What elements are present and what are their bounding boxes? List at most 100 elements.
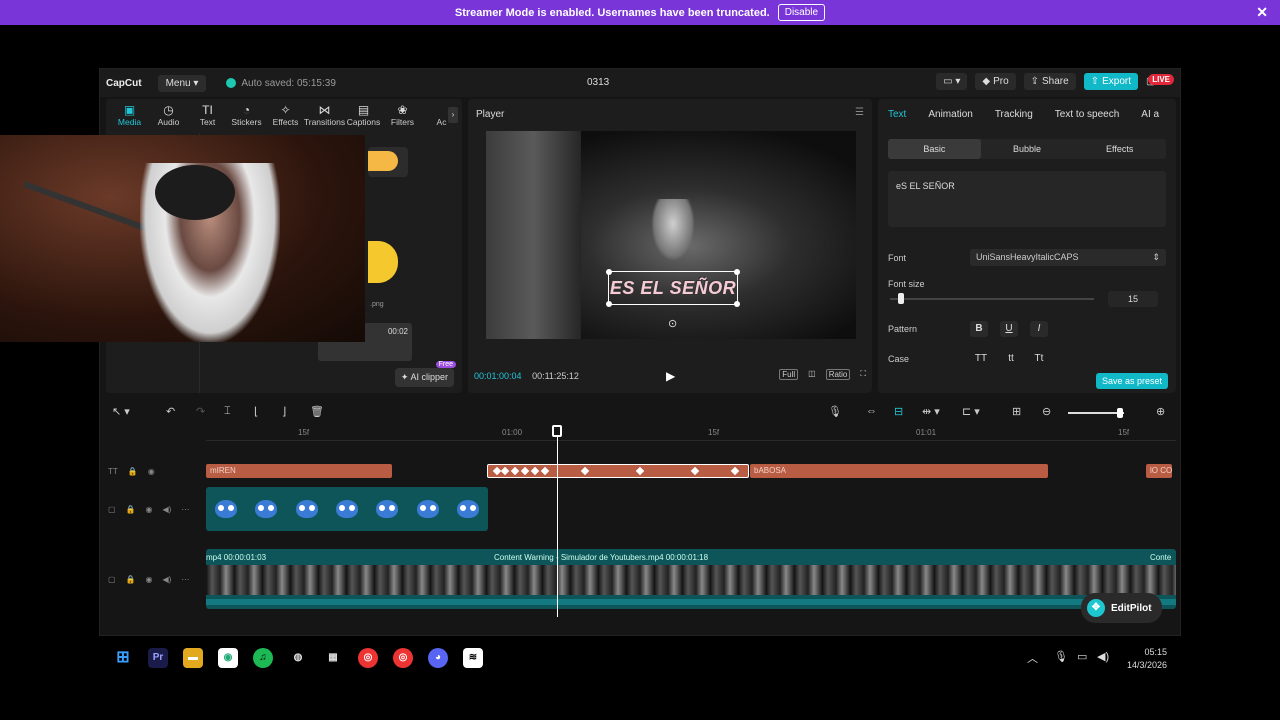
playhead-line[interactable] bbox=[557, 427, 558, 617]
file-explorer-icon[interactable]: ▬ bbox=[183, 648, 203, 668]
text-clip[interactable]: lO CO bbox=[1146, 464, 1172, 478]
tab-animation[interactable]: Animation bbox=[928, 109, 972, 129]
app-icon[interactable]: ▦ bbox=[323, 648, 343, 668]
monitor-icon[interactable]: ▭ bbox=[1077, 650, 1087, 663]
microphone-icon[interactable]: 🎙 bbox=[1054, 650, 1068, 663]
eye-icon[interactable]: ◉ bbox=[148, 467, 155, 476]
tab-ai[interactable]: AI a bbox=[1141, 109, 1159, 129]
uppercase-button[interactable]: TT bbox=[972, 351, 990, 367]
zoom-slider-knob[interactable] bbox=[1117, 408, 1123, 418]
media-tab-filters[interactable]: ❀ Filters bbox=[383, 99, 422, 133]
trim-left-icon[interactable]: ⌊ bbox=[254, 405, 258, 418]
video-clip-track[interactable]: mp4 00:00:01:03 Content Warning - Simula… bbox=[206, 549, 1176, 609]
keyframe-icon[interactable] bbox=[635, 466, 645, 476]
ai-clipper-button[interactable]: ✦ AI clipper Free bbox=[394, 361, 456, 387]
maximize-button[interactable]: ▢LIVE bbox=[1146, 74, 1174, 87]
sticker-clip[interactable] bbox=[206, 487, 488, 531]
zoom-in-icon[interactable]: ⊕ bbox=[1156, 405, 1165, 418]
obs-icon[interactable]: ◍ bbox=[288, 648, 308, 668]
link-icon[interactable]: ⇔ bbox=[866, 405, 877, 417]
play-icon[interactable]: ▶ bbox=[666, 369, 675, 383]
keyframe-icon[interactable] bbox=[510, 466, 520, 476]
magnet-icon[interactable]: ⊟ bbox=[894, 405, 903, 418]
resize-handle[interactable] bbox=[606, 301, 612, 307]
underline-button[interactable]: U bbox=[1000, 321, 1018, 337]
chrome-icon[interactable]: ◎ bbox=[358, 648, 378, 668]
rotate-icon[interactable]: ⊙ bbox=[668, 317, 677, 330]
more-icon[interactable]: ⋯ bbox=[181, 575, 189, 584]
eye-icon[interactable]: ◉ bbox=[146, 505, 153, 514]
media-tab-transitions[interactable]: ⋈ Transitions bbox=[304, 99, 345, 133]
layout-button[interactable]: ▭ ▾ bbox=[936, 73, 968, 90]
premiere-icon[interactable]: Pr bbox=[148, 648, 168, 668]
subtab-bubble[interactable]: Bubble bbox=[981, 139, 1074, 159]
trim-right-icon[interactable]: ⌋ bbox=[282, 405, 286, 418]
hamburger-icon[interactable]: ☰ bbox=[855, 107, 864, 118]
editpilot-button[interactable]: ✥ EditPilot bbox=[1081, 593, 1162, 623]
playhead-handle[interactable] bbox=[552, 425, 562, 437]
font-size-input[interactable]: 15 bbox=[1108, 291, 1158, 307]
more-icon[interactable]: ⋯ bbox=[181, 505, 189, 514]
text-clip[interactable]: bABOSA bbox=[750, 464, 1048, 478]
keyframe-icon[interactable] bbox=[520, 466, 530, 476]
spotify-icon[interactable]: ♫ bbox=[253, 648, 273, 668]
save-preset-button[interactable]: Save as preset bbox=[1096, 373, 1169, 389]
subtab-effects[interactable]: Effects bbox=[1073, 139, 1166, 159]
keyframe-icon[interactable] bbox=[730, 466, 740, 476]
zoom-out-icon[interactable]: ⊖ bbox=[1042, 405, 1051, 418]
volume-icon[interactable]: ◀) bbox=[1097, 650, 1109, 663]
text-content-input[interactable]: eS EL SEÑOR bbox=[888, 171, 1166, 227]
resize-handle[interactable] bbox=[734, 301, 740, 307]
split-icon[interactable]: ⌶ bbox=[224, 405, 231, 418]
resize-handle[interactable] bbox=[606, 269, 612, 275]
redo-icon[interactable]: ↷ bbox=[196, 405, 205, 418]
media-tab-effects[interactable]: ✧ Effects bbox=[266, 99, 305, 133]
delete-icon[interactable]: 🗑 bbox=[310, 405, 324, 418]
chrome-icon[interactable]: ◎ bbox=[393, 648, 413, 668]
text-clip[interactable]: mIREN bbox=[206, 464, 392, 478]
bold-button[interactable]: B bbox=[970, 321, 988, 337]
resize-handle[interactable] bbox=[734, 269, 740, 275]
subtab-basic[interactable]: Basic bbox=[888, 139, 981, 159]
keyframe-icon[interactable] bbox=[690, 466, 700, 476]
system-clock[interactable]: 05:15 14/3/2026 bbox=[1127, 646, 1167, 672]
full-button[interactable]: Full bbox=[779, 369, 799, 380]
ratio-button[interactable]: Ratio bbox=[825, 369, 851, 380]
caption-selection-box[interactable]: ES EL SEÑOR bbox=[606, 269, 740, 307]
tab-text-to-speech[interactable]: Text to speech bbox=[1055, 109, 1119, 129]
timeline-ruler[interactable]: 15f 01:00 15f 01:01 15f bbox=[206, 425, 1176, 441]
font-size-slider[interactable] bbox=[890, 298, 1094, 300]
menu-button[interactable]: Menu ▾ bbox=[157, 74, 207, 92]
undo-icon[interactable]: ↶ bbox=[166, 405, 175, 418]
snap-icon[interactable]: ⇹ ▾ bbox=[922, 405, 940, 418]
capcut-icon[interactable]: ≋ bbox=[463, 648, 483, 668]
titlecase-button[interactable]: Tt bbox=[1030, 351, 1048, 367]
video-preview[interactable]: ES EL SEÑOR ⊙ bbox=[486, 131, 856, 339]
tab-text[interactable]: Text bbox=[888, 109, 906, 129]
keyframe-icon[interactable] bbox=[540, 466, 550, 476]
export-button[interactable]: ⇧ Export bbox=[1083, 73, 1138, 90]
text-clip-selected[interactable] bbox=[487, 464, 749, 478]
media-thumbnail-2[interactable]: .png bbox=[368, 235, 408, 308]
lock-icon[interactable]: 🔒 bbox=[128, 467, 138, 476]
keyframe-icon[interactable] bbox=[500, 466, 510, 476]
fullscreen-icon[interactable]: ⛶ bbox=[860, 369, 866, 380]
font-size-slider-knob[interactable] bbox=[898, 293, 905, 304]
media-tab-captions[interactable]: ▤ Captions bbox=[344, 99, 383, 133]
keyframe-icon[interactable] bbox=[530, 466, 540, 476]
speaker-icon[interactable]: ◀) bbox=[163, 575, 172, 584]
discord-icon[interactable]: ◕ bbox=[428, 648, 448, 668]
media-tab-stickers[interactable]: ◔ Stickers bbox=[227, 99, 266, 133]
eye-icon[interactable]: ◉ bbox=[146, 575, 153, 584]
close-icon[interactable]: ✕ bbox=[1256, 4, 1268, 21]
lock-icon[interactable]: 🔒 bbox=[126, 575, 136, 584]
chevron-right-icon[interactable]: › bbox=[448, 107, 458, 123]
speaker-icon[interactable]: ◀) bbox=[163, 505, 172, 514]
screenshot-icon[interactable]: ◫ bbox=[808, 369, 816, 380]
pro-button[interactable]: ◆ Pro bbox=[975, 73, 1016, 90]
chevron-up-icon[interactable]: ︿ bbox=[1027, 650, 1038, 666]
tab-tracking[interactable]: Tracking bbox=[995, 109, 1033, 129]
media-tab-text[interactable]: TI Text bbox=[188, 99, 227, 133]
keyframe-icon[interactable] bbox=[580, 466, 590, 476]
media-tab-media[interactable]: ▣ Media bbox=[110, 99, 149, 133]
